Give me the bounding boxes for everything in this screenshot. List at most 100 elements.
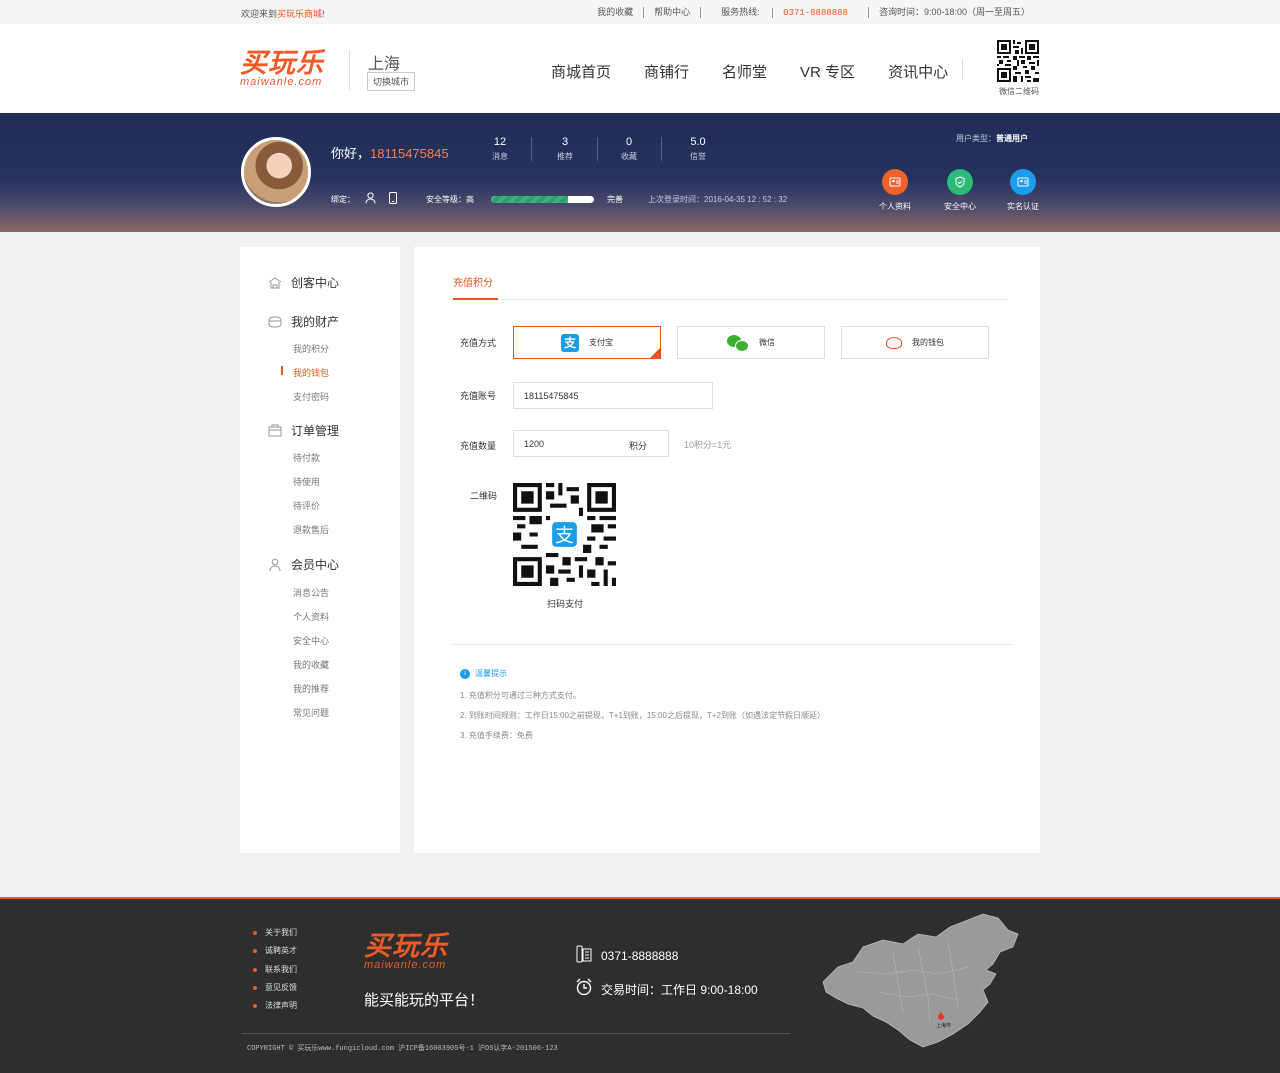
alipay-qr-code[interactable]: 支 (513, 483, 616, 586)
sidebar-item-security[interactable]: 安全中心 (293, 634, 329, 647)
alipay-icon: 支 (561, 333, 579, 352)
stat-divider (661, 137, 662, 161)
logo[interactable]: 买玩乐 maiwanle.com (240, 50, 324, 88)
svg-text:支: 支 (555, 525, 574, 547)
user-type: 用户类型：普通用户 (956, 134, 1028, 143)
pay-wechat-button[interactable]: 微信 (677, 326, 825, 359)
service-hours: 咨询时间：9:00-18:00（周一至周五） (867, 7, 1040, 18)
pay-wallet-button[interactable]: 我的钱包 (841, 326, 989, 359)
info-icon: i (460, 668, 470, 679)
amount-unit: 积分 (629, 441, 648, 451)
tab-recharge-points[interactable]: 充值积分 (453, 274, 493, 289)
tip-item: 3. 充值手续费：免费 (460, 731, 533, 740)
tip-item: 1. 充值积分可通过三种方式支付。 (460, 691, 581, 700)
top-links: 我的收藏 帮助中心 服务热线: 0371-8888888 咨询时间：9:00-1… (587, 7, 1040, 18)
stat-recommend[interactable]: 3 推荐 (545, 136, 585, 162)
sidebar-item-unpaid[interactable]: 待付款 (293, 451, 320, 464)
tip-item: 2. 到账时间规则：工作日15:00之前提现，T+1到账，15:00之后提现，T… (460, 711, 825, 720)
tab-active-indicator (453, 298, 498, 300)
account-input[interactable]: 18115475845 (513, 382, 713, 409)
wechat-qr-label: 微信二维码 (999, 87, 1039, 96)
sidebar-item-favorites[interactable]: 我的收藏 (293, 658, 329, 671)
maker-icon (268, 276, 282, 288)
greeting: 你好，18115475845 (331, 146, 449, 161)
wallet-icon (268, 315, 282, 328)
last-login: 上次登录时间：2016-04-35 12 : 52 : 32 (648, 195, 788, 204)
wechat-qr-icon[interactable] (997, 40, 1039, 82)
footer-link-contact[interactable]: 联系我们 (253, 964, 297, 975)
footer-divider (241, 1033, 790, 1034)
china-map (822, 913, 1019, 1048)
header: 买玩乐 maiwanle.com 上海 切换城市 商城首页 商铺行 名师堂 VR… (0, 24, 1280, 113)
tips-title: i 温馨提示 (460, 668, 507, 679)
nav-shops[interactable]: 商铺行 (644, 61, 689, 82)
security-status: 完善 (607, 195, 623, 204)
nav-news[interactable]: 资讯中心 (888, 61, 948, 82)
scan-pay-label: 扫码支付 (547, 599, 584, 609)
sidebar-item-profile[interactable]: 个人资料 (293, 610, 329, 623)
qr-label: 二维码 (470, 491, 498, 501)
nav-vr[interactable]: VR 专区 (800, 61, 855, 82)
quick-profile-button[interactable]: 个人资料 (879, 169, 920, 212)
stat-favorites[interactable]: 0 收藏 (609, 136, 649, 162)
stat-messages[interactable]: 12 消息 (480, 136, 520, 162)
logo-divider (349, 50, 350, 90)
top-bar: 欢迎来到买玩乐商城! 我的收藏 帮助中心 服务热线: 0371-8888888 … (0, 0, 1280, 24)
quick-realname-button[interactable]: 实名认证 (1007, 169, 1048, 212)
current-city: 上海 (368, 56, 401, 73)
quick-security-button[interactable]: 安全中心 (944, 169, 985, 212)
sidebar-item-refunds[interactable]: 退款售后 (293, 523, 329, 536)
profile-icon (882, 169, 908, 195)
order-icon (268, 424, 282, 436)
main-nav: 商城首页 商铺行 名师堂 VR 专区 资讯中心 (551, 61, 981, 82)
stat-credit[interactable]: 5.0 信誉 (678, 136, 718, 162)
welcome-text: 欢迎来到买玩乐商城! (241, 9, 325, 19)
sidebar-item-pay-password[interactable]: 支付密码 (293, 390, 329, 403)
sidebar-item-points[interactable]: 我的积分 (293, 342, 329, 355)
sidebar-section-assets[interactable]: 我的财产 (267, 313, 339, 330)
favorites-link[interactable]: 我的收藏 (587, 7, 643, 18)
clock-icon (576, 978, 592, 996)
shield-icon (947, 169, 973, 195)
sidebar-item-notices[interactable]: 消息公告 (293, 586, 329, 599)
profile-banner (0, 113, 1280, 232)
nav-divider (962, 59, 963, 79)
welcome-brand[interactable]: 买玩乐商城 (277, 9, 322, 19)
mobile-icon[interactable] (389, 192, 397, 204)
stat-divider (597, 137, 598, 161)
avatar[interactable] (241, 137, 311, 207)
help-link[interactable]: 帮助中心 (643, 7, 700, 18)
nav-teachers[interactable]: 名师堂 (722, 61, 767, 82)
footer-link-legal[interactable]: 法律声明 (253, 1000, 297, 1011)
switch-city-button[interactable]: 切换城市 (367, 72, 416, 91)
security-progress (491, 196, 594, 203)
active-indicator (281, 366, 283, 375)
sidebar-item-wallet[interactable]: 我的钱包 (293, 366, 329, 379)
footer-phone: 0371-8888888 (601, 949, 679, 963)
user-icon[interactable] (365, 192, 376, 204)
amount-label: 充值数量 (460, 441, 497, 451)
nav-home[interactable]: 商城首页 (551, 61, 611, 82)
footer-link-careers[interactable]: 诚聘英才 (253, 945, 297, 956)
footer-link-about[interactable]: 关于我们 (253, 927, 297, 938)
pay-alipay-button[interactable]: 支 支付宝 (513, 326, 661, 359)
copyright: COPYRIGHT © 买玩乐www.fungicloud.com 沪ICP备1… (247, 1045, 558, 1053)
id-card-icon (1010, 169, 1036, 195)
sidebar-section-maker[interactable]: 创客中心 (267, 274, 339, 291)
account-label: 充值账号 (460, 391, 497, 401)
footer-logo[interactable]: 买玩乐 maiwanle.com (364, 933, 448, 971)
sidebar-item-recommend[interactable]: 我的推荐 (293, 682, 329, 695)
footer-link-feedback[interactable]: 意见反馈 (253, 982, 297, 993)
sidebar-item-to-review[interactable]: 待评价 (293, 499, 320, 512)
footer-hours: 交易时间：工作日 9:00-18:00 (601, 983, 758, 997)
amount-input[interactable]: 1200 积分 (513, 430, 669, 457)
user-icon (269, 558, 281, 571)
map-marker-label: 上海市 (936, 1023, 952, 1029)
method-label: 充值方式 (460, 338, 497, 348)
sidebar-item-faq[interactable]: 常见问题 (293, 706, 329, 719)
security-progress-fill (491, 196, 569, 203)
sidebar-item-unused[interactable]: 待使用 (293, 475, 320, 488)
sidebar-section-orders[interactable]: 订单管理 (267, 422, 339, 439)
sidebar-section-member[interactable]: 会员中心 (267, 556, 339, 573)
security-level-label: 安全等级：高 (426, 195, 474, 204)
